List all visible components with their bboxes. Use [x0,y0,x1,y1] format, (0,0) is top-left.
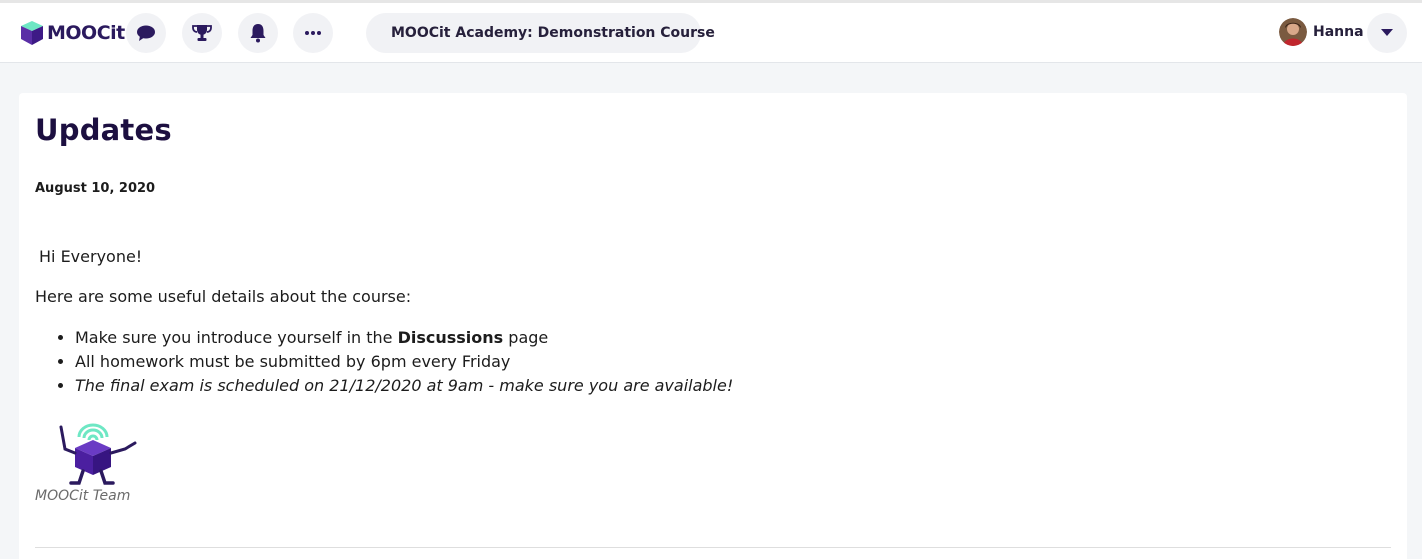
notifications-button[interactable] [238,13,278,53]
achievements-button[interactable] [182,13,222,53]
divider [35,547,1391,548]
chevron-down-icon [1381,29,1393,36]
chat-icon [137,25,155,41]
list-item: Make sure you introduce yourself in the … [75,326,733,350]
top-navbar: MOOCit MOOCit Academy: Demonstration Cou… [0,3,1422,63]
list-item: All homework must be submitted by 6pm ev… [75,350,733,374]
bell-icon [250,24,266,43]
update-intro: Here are some useful details about the c… [35,287,412,306]
more-button[interactable] [293,13,333,53]
update-details-list: Make sure you introduce yourself in the … [75,326,733,398]
moocit-logo[interactable]: MOOCit [19,19,125,47]
discussions-button[interactable] [126,13,166,53]
user-menu[interactable]: Hanna [1279,18,1364,46]
logo-text: MOOCit [47,22,125,44]
update-greeting: Hi Everyone! [39,247,143,266]
updates-panel: Updates August 10, 2020 Hi Everyone! Her… [19,93,1407,559]
more-icon [305,31,321,35]
update-date: August 10, 2020 [35,181,156,196]
update-signature: MOOCit Team [35,488,131,504]
course-switcher[interactable]: MOOCit Academy: Demonstration Course [366,13,715,53]
cube-logo-icon [21,21,43,45]
page-title: Updates [35,113,172,147]
user-dropdown-button[interactable] [1367,13,1407,53]
username: Hanna [1313,24,1364,40]
moocit-mascot-image [59,423,137,485]
avatar [1279,18,1307,46]
course-title: MOOCit Academy: Demonstration Course [391,25,715,41]
list-item: The final exam is scheduled on 21/12/202… [75,374,733,398]
trophy-icon [192,25,212,41]
discussions-link-text: Discussions [397,328,504,347]
